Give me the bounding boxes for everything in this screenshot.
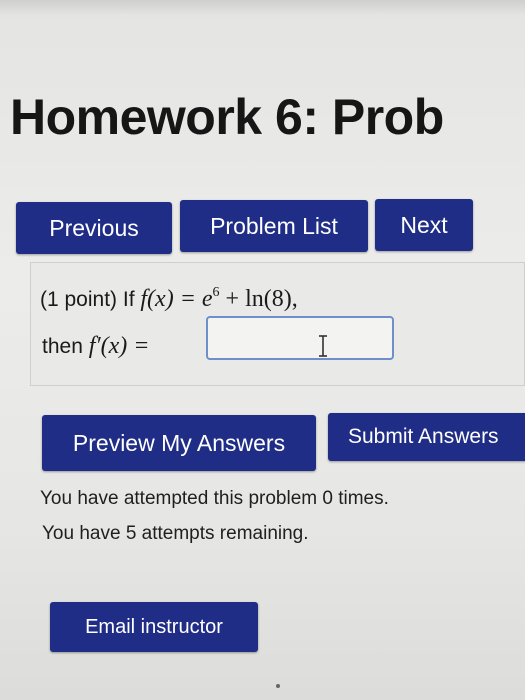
- preview-answers-button[interactable]: Preview My Answers: [42, 415, 316, 471]
- function-rhs: + ln(8),: [219, 286, 298, 312]
- screen-dot: [276, 684, 280, 688]
- problem-list-button[interactable]: Problem List: [180, 200, 368, 252]
- function-definition: f(x) = e6 + ln(8),: [140, 285, 298, 312]
- problem-intro: (1 point) If: [40, 288, 141, 311]
- window-top-edge: [0, 0, 525, 14]
- function-exponent: 6: [212, 285, 220, 300]
- webwork-page: Homework 6: Prob Previous Problem List N…: [0, 0, 525, 700]
- function-lhs: f(x) = e: [140, 286, 213, 312]
- derivative-lhs: f′(x) =: [88, 333, 150, 359]
- next-button[interactable]: Next: [375, 199, 473, 251]
- answer-input[interactable]: [206, 316, 394, 360]
- attempts-made-text: You have attempted this problem 0 times.: [40, 488, 389, 509]
- text-cursor-icon: [319, 335, 327, 357]
- previous-button[interactable]: Previous: [16, 202, 172, 254]
- page-title: Homework 6: Prob: [10, 89, 444, 145]
- email-instructor-button[interactable]: Email instructor: [50, 602, 258, 652]
- then-text: then: [42, 335, 89, 358]
- problem-statement: (1 point) If f(x) = e6 + ln(8),: [40, 285, 298, 313]
- submit-answers-button[interactable]: Submit Answers: [328, 413, 525, 461]
- derivative-prompt: then f′(x) =: [42, 333, 149, 360]
- attempts-remaining-text: You have 5 attempts remaining.: [42, 523, 309, 544]
